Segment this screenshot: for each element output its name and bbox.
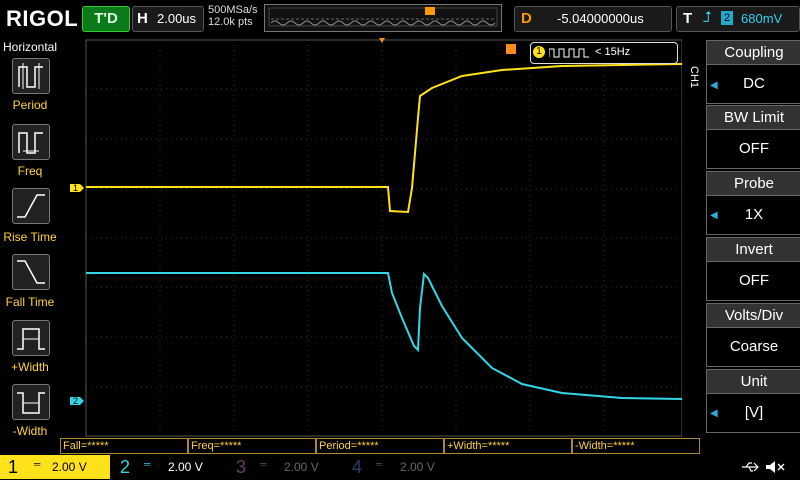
- invert-value[interactable]: OFF: [706, 261, 800, 301]
- top-status-bar: RIGOL T'D H 2.00us 500MSa/s 12.0k pts D …: [0, 0, 800, 38]
- trigger-status-badge: T'D: [82, 6, 130, 32]
- unit-value[interactable]: [V]: [706, 393, 800, 433]
- meas-freq[interactable]: Freq=*****: [188, 438, 316, 454]
- volts-div-value[interactable]: Coarse: [706, 327, 800, 367]
- ch4-scale: 2.00 V: [400, 460, 435, 474]
- ch3-coupling-icon: ═: [260, 459, 267, 469]
- channel-1-tab[interactable]: 1 ═ 2.00 V: [0, 455, 110, 479]
- timebase-value: 2.00us: [157, 11, 197, 26]
- period-button[interactable]: [12, 58, 50, 94]
- right-panel-channel-tag: CH1: [688, 66, 700, 89]
- probe-value[interactable]: 1X: [706, 195, 800, 235]
- channel-2-tab[interactable]: 2 ═ 2.00 V: [114, 455, 224, 479]
- brand-logo: RIGOL: [6, 6, 79, 31]
- speaker-mute-icon[interactable]: [764, 459, 786, 475]
- bw-limit-value[interactable]: OFF: [706, 129, 800, 169]
- ch1-scale: 2.00 V: [52, 460, 87, 474]
- sample-rate-info: 500MSa/s 12.0k pts: [208, 4, 258, 28]
- trigger-level: 680mV: [741, 11, 783, 26]
- volts-div-title: Volts/Div: [706, 303, 800, 329]
- meas-period[interactable]: Period=*****: [316, 438, 444, 454]
- measure-channel-badge: 1: [533, 46, 545, 58]
- coupling-value[interactable]: DC: [706, 64, 800, 104]
- trigger-box[interactable]: T ⮥ 2 680mV: [676, 6, 800, 32]
- rise-time-button[interactable]: [12, 188, 50, 224]
- period-icon: [18, 63, 43, 89]
- ch1-number: 1: [8, 457, 19, 477]
- fall-time-button[interactable]: [12, 254, 50, 290]
- timebase-box[interactable]: H 2.00us: [132, 6, 204, 32]
- period-label: Period: [12, 98, 48, 112]
- ch3-scale: 2.00 V: [284, 460, 319, 474]
- waveform-display[interactable]: 1 2 1 < 15Hz: [62, 38, 688, 438]
- plus-width-button[interactable]: [12, 320, 50, 356]
- memory-waveform-icon: [268, 7, 498, 27]
- coupling-title: Coupling: [706, 40, 800, 66]
- trigger-label: T: [683, 10, 693, 27]
- measure-overlay-box: 1 < 15Hz: [530, 42, 678, 64]
- rise-time-icon: [17, 194, 45, 218]
- probe-title: Probe: [706, 171, 800, 197]
- ch4-coupling-icon: ═: [376, 459, 383, 469]
- plus-width-label: +Width: [11, 360, 49, 374]
- freq-button[interactable]: [12, 124, 50, 160]
- measure-freq-text: < 15Hz: [595, 46, 631, 58]
- channel-menu-panel: Coupling DC ◀ BW Limit OFF Probe 1X ◀ In…: [706, 38, 800, 458]
- ch2-number: 2: [120, 457, 131, 477]
- ch2-marker-label: 2: [73, 396, 78, 406]
- channel-status-bar: 1 ═ 2.00 V 2 ═ 2.00 V 3 ═ 2.00 V 4 ═ 2.0…: [0, 455, 800, 480]
- memory-overview-bar[interactable]: [264, 4, 502, 32]
- horizontal-label: H: [137, 10, 148, 27]
- horizontal-measure-panel: Horizontal Period Freq Rise Time Fall Ti…: [0, 38, 60, 438]
- positive-pulse-icon: [17, 328, 45, 350]
- delay-value: -5.04000000us: [557, 11, 644, 26]
- probe-arrow-icon: ◀: [710, 210, 718, 221]
- meas-plus-width[interactable]: +Width=*****: [444, 438, 572, 454]
- ch2-coupling-icon: ═: [144, 459, 151, 469]
- freq-label: Freq: [17, 164, 43, 178]
- freq-icon: [18, 132, 43, 154]
- unit-arrow-icon: ◀: [710, 408, 718, 419]
- minus-width-label: -Width: [12, 424, 48, 438]
- channel-3-tab[interactable]: 3 ═ 2.00 V: [230, 455, 340, 479]
- invert-title: Invert: [706, 237, 800, 263]
- fall-time-label: Fall Time: [5, 295, 55, 309]
- bw-limit-title: BW Limit: [706, 105, 800, 131]
- trigger-pos-marker-icon: [425, 7, 435, 15]
- memory-points: 12.0k pts: [208, 16, 253, 28]
- channel-4-tab[interactable]: 4 ═ 2.00 V: [346, 455, 456, 479]
- ch1-coupling-icon: ═: [34, 459, 41, 469]
- square-wave-icon: [549, 48, 589, 58]
- ch1-marker-label: 1: [73, 183, 78, 193]
- fall-time-icon: [17, 260, 45, 284]
- delay-box[interactable]: D -5.04000000us: [514, 6, 672, 32]
- unit-title: Unit: [706, 369, 800, 395]
- ch3-number: 3: [236, 457, 247, 477]
- negative-pulse-icon: [17, 392, 45, 414]
- usb-icon: [742, 462, 759, 472]
- trigger-source: 2: [721, 11, 733, 25]
- ch4-number: 4: [352, 457, 363, 477]
- rise-time-label: Rise Time: [3, 230, 57, 244]
- measurement-bar: Fall=***** Freq=***** Period=***** +Widt…: [60, 438, 700, 454]
- meas-fall[interactable]: Fall=*****: [60, 438, 188, 454]
- graticule: 1 2: [70, 38, 688, 437]
- delay-label: D: [521, 10, 532, 27]
- coupling-arrow-icon: ◀: [710, 80, 718, 91]
- trigger-t-marker: [506, 44, 516, 54]
- meas-minus-width[interactable]: -Width=*****: [572, 438, 700, 454]
- minus-width-button[interactable]: [12, 384, 50, 420]
- sample-rate: 500MSa/s: [208, 4, 258, 16]
- ch2-scale: 2.00 V: [168, 460, 203, 474]
- left-panel-title: Horizontal: [2, 40, 58, 54]
- rising-edge-icon: ⮥: [703, 9, 712, 26]
